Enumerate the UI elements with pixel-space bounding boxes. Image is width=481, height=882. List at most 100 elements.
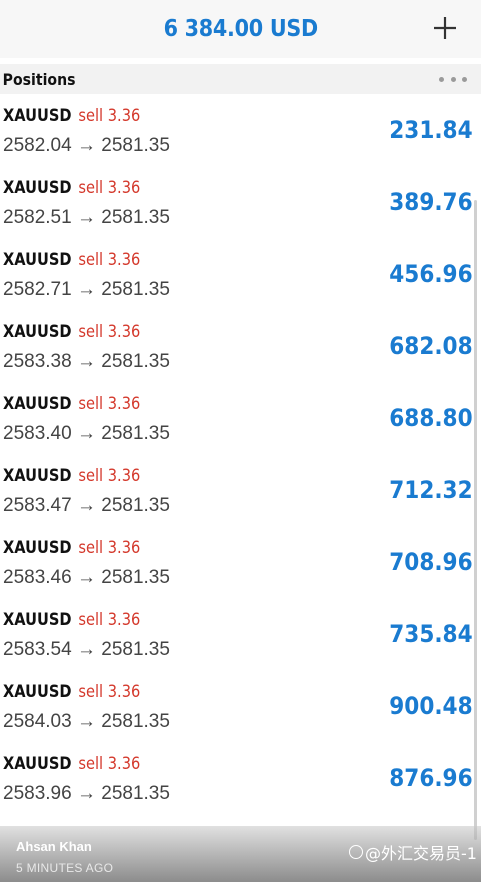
position-header: XAUUSD sell 3.36 (3, 754, 140, 774)
position-symbol: XAUUSD (3, 322, 72, 342)
position-header: XAUUSD sell 3.36 (3, 394, 140, 414)
position-side-volume: sell 3.36 (78, 466, 141, 486)
position-header: XAUUSD sell 3.36 (3, 538, 140, 558)
position-profit: 688.80 (389, 404, 473, 432)
position-prices: 2583.96 → 2581.35 (3, 783, 170, 805)
position-prices: 2583.54 → 2581.35 (3, 639, 170, 661)
position-row[interactable]: XAUUSD sell 3.36 2583.40 → 2581.35 688.80 (0, 388, 481, 460)
position-header: XAUUSD sell 3.36 (3, 682, 140, 702)
position-side-volume: sell 3.36 (78, 754, 141, 774)
open-price: 2583.54 (3, 639, 72, 660)
arrow-right-icon: → (76, 279, 96, 300)
position-profit: 231.84 (389, 116, 473, 144)
position-symbol: XAUUSD (3, 682, 72, 702)
position-prices: 2582.51 → 2581.35 (3, 207, 170, 229)
story-footer: Ahsan Khan 5 MINUTES AGO @外汇交易员-1 (0, 826, 481, 882)
position-symbol: XAUUSD (3, 466, 72, 486)
positions-list: XAUUSD sell 3.36 2582.04 → 2581.35 231.84 X… (0, 100, 481, 820)
position-header: XAUUSD sell 3.36 (3, 466, 140, 486)
position-profit: 682.08 (389, 332, 473, 360)
position-prices: 2583.47 → 2581.35 (3, 495, 170, 517)
current-price: 2581.35 (101, 279, 170, 300)
watermark: @外汇交易员-1 (349, 840, 477, 864)
open-price: 2583.96 (3, 783, 72, 804)
open-price: 2583.46 (3, 567, 72, 588)
position-side-volume: sell 3.36 (78, 322, 141, 342)
position-symbol: XAUUSD (3, 610, 72, 630)
position-row[interactable]: XAUUSD sell 3.36 2583.46 → 2581.35 708.96 (0, 532, 481, 604)
current-price: 2581.35 (101, 783, 170, 804)
position-row[interactable]: XAUUSD sell 3.36 2583.96 → 2581.35 876.96 (0, 748, 481, 820)
account-balance: 6 384.00 USD (163, 16, 318, 42)
position-row[interactable]: XAUUSD sell 3.36 2583.38 → 2581.35 682.08 (0, 316, 481, 388)
current-price: 2581.35 (101, 135, 170, 156)
position-row[interactable]: XAUUSD sell 3.36 2582.51 → 2581.35 389.76 (0, 172, 481, 244)
position-profit: 900.48 (389, 692, 473, 720)
current-price: 2581.35 (101, 495, 170, 516)
more-horizontal-icon[interactable] (439, 72, 467, 86)
position-symbol: XAUUSD (3, 754, 72, 774)
position-side-volume: sell 3.36 (78, 682, 141, 702)
scrollbar[interactable] (474, 200, 477, 840)
position-prices: 2583.46 → 2581.35 (3, 567, 170, 589)
position-profit: 389.76 (389, 188, 473, 216)
position-profit: 456.96 (389, 260, 473, 288)
position-side-volume: sell 3.36 (78, 178, 141, 198)
arrow-right-icon: → (76, 639, 96, 660)
position-symbol: XAUUSD (3, 178, 72, 198)
position-header: XAUUSD sell 3.36 (3, 178, 140, 198)
arrow-right-icon: → (76, 495, 96, 516)
plus-icon (434, 17, 456, 39)
position-side-volume: sell 3.36 (78, 250, 141, 270)
position-profit: 712.32 (389, 476, 473, 504)
section-title: Positions (2, 69, 76, 89)
current-price: 2581.35 (101, 567, 170, 588)
position-side-volume: sell 3.36 (78, 394, 141, 414)
open-price: 2584.03 (3, 711, 72, 732)
dot (462, 76, 467, 82)
arrow-right-icon: → (76, 207, 96, 228)
current-price: 2581.35 (101, 711, 170, 732)
position-symbol: XAUUSD (3, 106, 72, 126)
dot (439, 76, 444, 82)
open-price: 2583.40 (3, 423, 72, 444)
open-price: 2583.47 (3, 495, 72, 516)
position-prices: 2582.71 → 2581.35 (3, 279, 170, 301)
position-header: XAUUSD sell 3.36 (3, 250, 140, 270)
position-row[interactable]: XAUUSD sell 3.36 2583.47 → 2581.35 712.32 (0, 460, 481, 532)
position-profit: 876.96 (389, 764, 473, 792)
position-profit: 735.84 (389, 620, 473, 648)
watermark-text: @外汇交易员-1 (365, 844, 477, 863)
open-price: 2582.51 (3, 207, 72, 228)
open-price: 2582.04 (3, 135, 72, 156)
position-row[interactable]: XAUUSD sell 3.36 2582.71 → 2581.35 456.96 (0, 244, 481, 316)
post-time: 5 MINUTES AGO (16, 861, 114, 875)
position-side-volume: sell 3.36 (78, 106, 141, 126)
position-prices: 2584.03 → 2581.35 (3, 711, 170, 733)
position-side-volume: sell 3.36 (78, 538, 141, 558)
position-header: XAUUSD sell 3.36 (3, 610, 140, 630)
arrow-right-icon: → (76, 351, 96, 372)
position-header: XAUUSD sell 3.36 (3, 106, 140, 126)
arrow-right-icon: → (76, 135, 96, 156)
position-row[interactable]: XAUUSD sell 3.36 2583.54 → 2581.35 735.84 (0, 604, 481, 676)
dot (450, 76, 456, 82)
current-price: 2581.35 (101, 423, 170, 444)
position-profit: 708.96 (389, 548, 473, 576)
position-symbol: XAUUSD (3, 394, 72, 414)
position-prices: 2583.38 → 2581.35 (3, 351, 170, 373)
position-row[interactable]: XAUUSD sell 3.36 2584.03 → 2581.35 900.48 (0, 676, 481, 748)
open-price: 2582.71 (3, 279, 72, 300)
position-side-volume: sell 3.36 (78, 610, 141, 630)
position-symbol: XAUUSD (3, 250, 72, 270)
position-row[interactable]: XAUUSD sell 3.36 2582.04 → 2581.35 231.84 (0, 100, 481, 172)
arrow-right-icon: → (76, 423, 96, 444)
current-price: 2581.35 (101, 639, 170, 660)
current-price: 2581.35 (101, 207, 170, 228)
positions-section-header: Positions (0, 64, 481, 94)
current-price: 2581.35 (101, 351, 170, 372)
add-button[interactable] (429, 12, 461, 44)
arrow-right-icon: → (76, 567, 96, 588)
account-header: 6 384.00 USD (0, 0, 481, 58)
position-prices: 2582.04 → 2581.35 (3, 135, 170, 157)
